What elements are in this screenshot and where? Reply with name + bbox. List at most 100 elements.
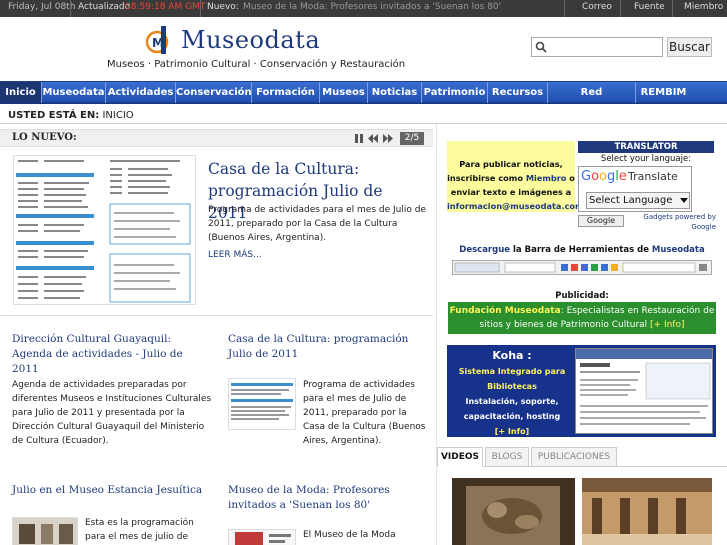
toolbar-preview-graphic (454, 262, 707, 273)
divider (620, 0, 621, 17)
publish-text: Para publicar noticias, inscribirse como… (447, 157, 584, 213)
site-tagline: Museos · Patrimonio Cultural · Conservac… (107, 59, 406, 70)
news-ticker[interactable]: Museo de la Moda: Profesores invitados a… (243, 2, 501, 12)
publish-line-part: o (566, 173, 575, 183)
koha-line: Instalación, soporte, (465, 397, 559, 406)
google-button[interactable]: Google (578, 215, 624, 227)
media-tabs: VIDEOS BLOGS PUBLICACIONES (437, 447, 727, 467)
divider (0, 315, 433, 316)
article-title[interactable]: Julio en el Museo Estancia Jesuítica (12, 483, 212, 498)
breadcrumb-current: INICIO (102, 110, 134, 121)
article-thumbnail[interactable] (228, 378, 296, 430)
article-thumbnail[interactable] (228, 529, 296, 545)
toolbar-download-text: Descargue la Barra de Herramientas de Mu… (437, 245, 727, 255)
publish-line-part: inscribirse como (447, 173, 526, 183)
article-body: Agenda de actividades preparadas por dif… (12, 380, 212, 446)
tab-videos[interactable]: VIDEOS (437, 447, 483, 467)
article-body: El Museo de la Moda (303, 530, 396, 540)
nav-item-museos[interactable]: Museos (320, 82, 368, 103)
gadgets-credit[interactable]: Gadgets powered by Google (634, 212, 716, 232)
program-sheet-thumbnail (14, 156, 195, 304)
publish-line: Para publicar noticias, (459, 159, 563, 169)
divider (564, 0, 565, 17)
fundacion-more-link[interactable]: [+ Info] (650, 320, 684, 330)
advertising-label: Publicidad: (555, 291, 609, 301)
download-brand[interactable]: Museodata (652, 245, 705, 255)
article-thumbnail[interactable] (12, 517, 78, 545)
main-nav: Inicio Museodata Actividades Conservació… (0, 81, 727, 119)
featured-body: Programa de actividades para el mes de J… (208, 205, 426, 243)
current-date: Friday, Jul 08th (8, 2, 76, 12)
nav-item-actividades[interactable]: Actividades (106, 82, 176, 103)
nav-item-inicio[interactable]: Inicio (0, 82, 42, 103)
fundacion-ad[interactable]: Fundación Museodata: Especialistas en Re… (448, 302, 716, 334)
program-sheet-thumbnail (231, 383, 293, 420)
search-button[interactable]: Buscar (667, 37, 712, 57)
search-input[interactable] (531, 37, 663, 57)
poster-thumbnail (235, 532, 291, 545)
tab-publicaciones[interactable]: PUBLICACIONES (531, 447, 617, 467)
video-thumbnail[interactable] (452, 478, 575, 545)
download-text: la Barra de Herramientas de (510, 245, 652, 255)
carved-relief-image (452, 478, 575, 545)
slide-counter: 2/5 (400, 132, 424, 145)
koha-screenshot (575, 348, 713, 434)
publish-line: enviar texto e imágenes a (450, 187, 572, 197)
nav-item-conservacion[interactable]: Conservación (176, 82, 252, 103)
toolbar-preview-image[interactable] (452, 260, 712, 275)
slider-header: LO NUEVO: 2/5 (0, 129, 433, 147)
nav-item-museodata[interactable]: Museodata (42, 82, 106, 103)
article-title[interactable]: Casa de la Cultura: programación Julio d… (228, 332, 428, 362)
video-thumbnail[interactable] (582, 478, 712, 545)
museodata-logo-icon[interactable]: M (145, 24, 175, 56)
article-title[interactable]: Dirección Cultural Guayaquil: Agenda de … (12, 332, 212, 377)
koha-more-link[interactable]: [+ Info] (452, 424, 572, 439)
divider (672, 0, 673, 17)
fundacion-name[interactable]: Fundación Museodata (450, 306, 561, 316)
correo-link[interactable]: Correo (582, 2, 612, 12)
pause-icon[interactable] (354, 134, 364, 143)
miembro-link[interactable]: Miembro (684, 2, 723, 12)
nav-item-formacion[interactable]: Formación (252, 82, 320, 103)
article-title[interactable]: Museo de la Moda: Profesores invitados a… (228, 483, 428, 513)
nav-item-rembim[interactable]: REMBIM (636, 82, 691, 103)
clock: 08:59:18 AM GMT (125, 2, 206, 12)
language-select[interactable]: Select Language (586, 192, 690, 209)
article-body: Esta es la programación para el mes de j… (85, 518, 194, 542)
google-logo-icon: Google (581, 169, 627, 184)
fuente-link[interactable]: Fuente (634, 2, 665, 12)
koha-line: Sistema Integrado para (458, 367, 566, 376)
publish-line: inscribirse como Miembro o (447, 171, 575, 185)
featured-image[interactable] (13, 155, 196, 305)
article-body: Programa de actividades para el mes de J… (303, 380, 426, 446)
divider (0, 123, 727, 124)
updated-label: Actualizado (78, 2, 131, 12)
fast-forward-icon[interactable] (383, 134, 393, 143)
svg-text:M: M (152, 36, 164, 50)
museum-photo-thumbnail (13, 518, 77, 545)
search-icon (535, 41, 547, 53)
courtyard-image (582, 478, 712, 545)
download-link[interactable]: Descargue (459, 245, 510, 255)
translate-label: Translate (628, 170, 678, 183)
translator-header: TRANSLATOR (578, 141, 714, 153)
miembro-link[interactable]: Miembro (526, 173, 567, 183)
nav-item-noticias[interactable]: Noticias (368, 82, 422, 103)
nav-item-recursos[interactable]: Recursos (488, 82, 548, 103)
koha-screenshot-graphic (576, 349, 712, 425)
divider (70, 0, 71, 17)
site-logo-text[interactable]: Museodata (181, 26, 320, 54)
email-link[interactable]: informacion@museodata.com (447, 199, 584, 213)
nav-item-red-profesional[interactable]: Red Profesional (548, 82, 636, 119)
top-status-bar: Friday, Jul 08th Actualizado 08:59:18 AM… (0, 0, 727, 17)
tab-blogs[interactable]: BLOGS (485, 447, 529, 467)
rewind-icon[interactable] (368, 134, 378, 143)
news-label: Nuevo: (207, 2, 239, 12)
slider-title: LO NUEVO: (12, 132, 77, 143)
koha-description: Sistema Integrado para Bibliotecas Insta… (452, 364, 572, 439)
koha-title: Koha : (492, 349, 532, 362)
nav-item-patrimonio[interactable]: Patrimonio (422, 82, 488, 103)
read-more-link[interactable]: LEER MÁS... (208, 250, 262, 260)
breadcrumb: USTED ESTÁ EN: INICIO (8, 110, 134, 121)
chevron-down-icon (680, 198, 688, 203)
